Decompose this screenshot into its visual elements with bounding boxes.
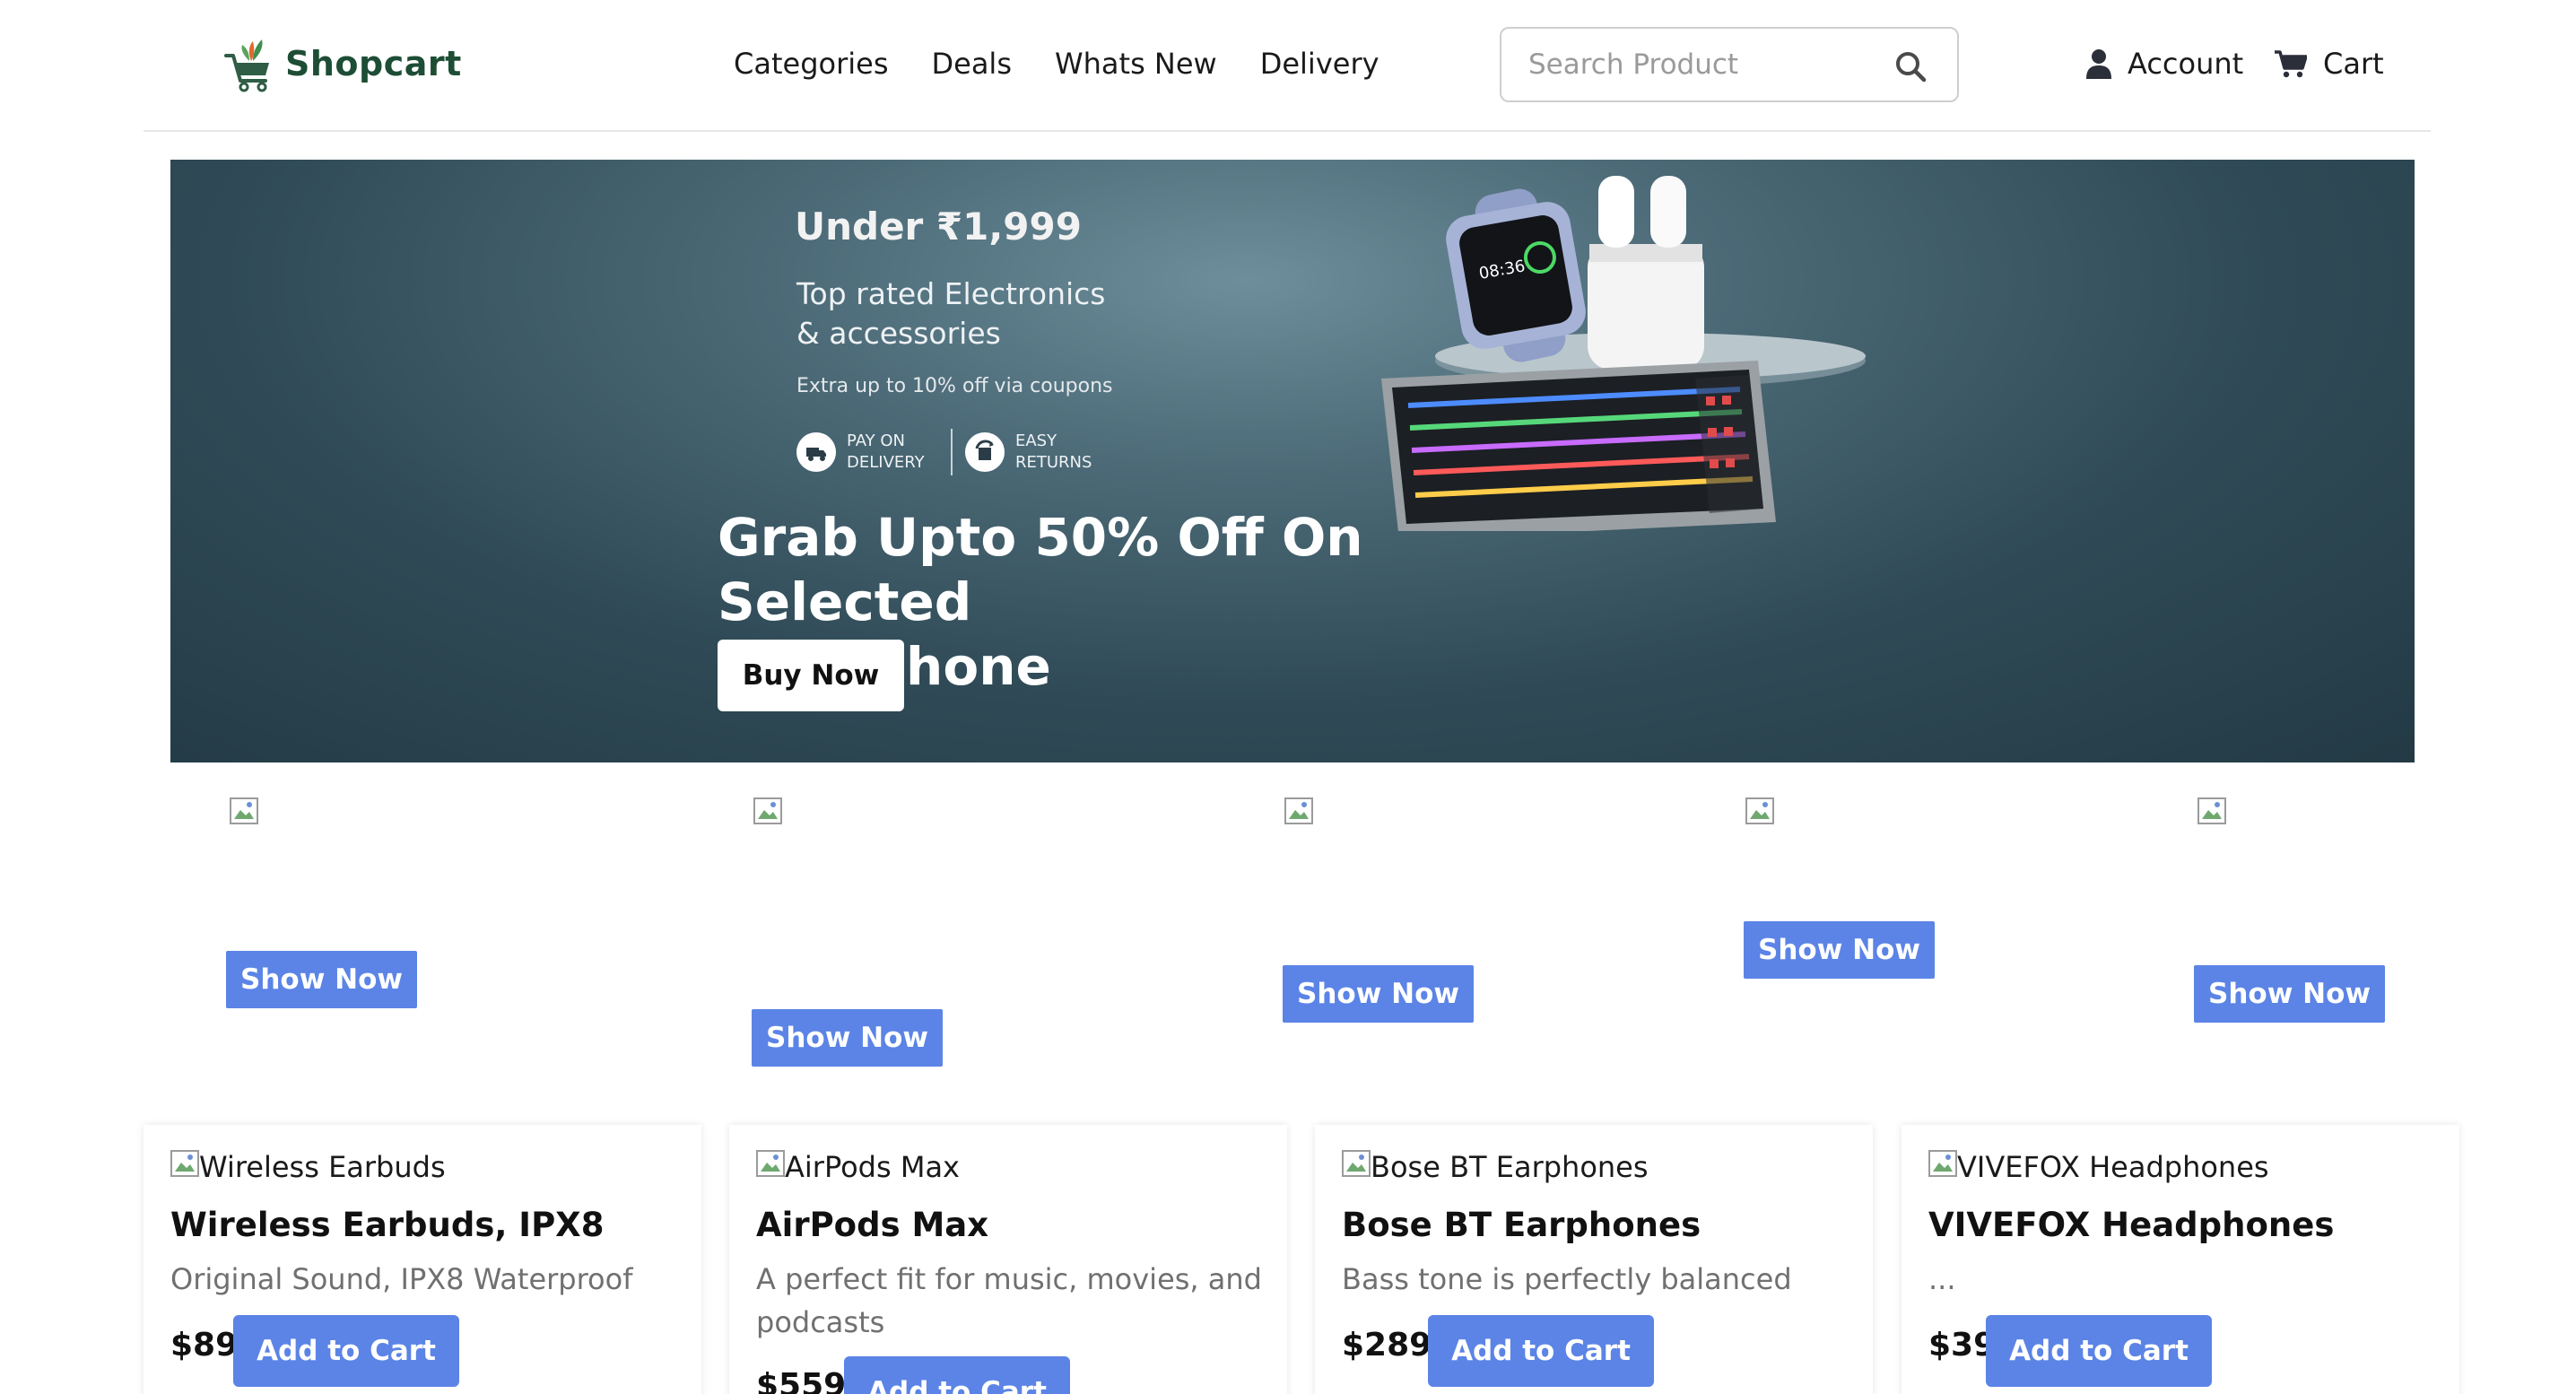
cart-label: Cart: [2323, 47, 2384, 81]
nav-delivery[interactable]: Delivery: [1260, 41, 1379, 86]
search-input[interactable]: [1528, 45, 1887, 84]
badge-divider: [951, 429, 953, 475]
search-box: [1500, 27, 1959, 102]
product-image: VIVEFOX Headphones: [1928, 1150, 2269, 1184]
product-description: A perfect fit for music, movies, and pod…: [756, 1262, 1262, 1339]
user-icon: [2086, 49, 2111, 79]
nav-categories[interactable]: Categories: [734, 41, 888, 86]
hero-subheading: Top rated Electronics & accessories: [796, 274, 1173, 353]
account-label: Account: [2128, 47, 2244, 81]
main-nav: Categories Deals Whats New Delivery: [734, 41, 1423, 86]
cart-link[interactable]: Cart: [2275, 41, 2384, 86]
hero-coupon-text: Extra up to 10% off via coupons: [796, 375, 1113, 397]
add-to-cart-button[interactable]: Add to Cart: [844, 1356, 1070, 1394]
hero-banner: Under ₹1,999 Top rated Electronics & acc…: [170, 160, 2415, 762]
search-icon[interactable]: [1894, 50, 1927, 83]
product-image-alt: VIVEFOX Headphones: [1957, 1150, 2269, 1184]
hero-badges: PAY ON DELIVERY EASY RETURNS: [796, 429, 1114, 475]
nav-whats-new[interactable]: Whats New: [1055, 41, 1217, 86]
hero-subheading-line2: & accessories: [796, 316, 1001, 351]
product-title: Wireless Earbuds, IPX8: [170, 1206, 605, 1244]
account-link[interactable]: Account: [2086, 41, 2243, 86]
broken-image-icon: [170, 1150, 199, 1177]
show-now-button-1[interactable]: Show Now: [226, 951, 418, 1008]
product-description: Original Sound, IPX8 Waterproof: [170, 1262, 633, 1296]
site-header: Shopcart Categories Deals Whats New Deli…: [0, 0, 2576, 131]
show-now-button-4[interactable]: Show Now: [1744, 921, 1936, 979]
broken-image-icon: [2197, 797, 2226, 824]
product-image: AirPods Max: [756, 1150, 960, 1184]
broken-image-icon: [1928, 1150, 1957, 1177]
logo-text: Shopcart: [285, 44, 462, 83]
broken-image-icon: [1342, 1150, 1371, 1177]
product-image-alt: AirPods Max: [785, 1150, 960, 1184]
product-title: Bose BT Earphones: [1342, 1206, 1701, 1244]
product-image: Wireless Earbuds: [170, 1150, 446, 1184]
cart-icon: [2275, 50, 2307, 78]
hero-product-image: 08:36: [1381, 176, 1866, 531]
product-card[interactable]: VIVEFOX Headphones VIVEFOX Headphones ..…: [1902, 1125, 2459, 1394]
product-card[interactable]: AirPods Max AirPods Max A perfect fit fo…: [729, 1125, 1287, 1394]
buy-now-button[interactable]: Buy Now: [718, 640, 904, 711]
product-title: AirPods Max: [756, 1206, 989, 1244]
badge1-line1: PAY ON: [847, 431, 905, 450]
product-card[interactable]: Wireless Earbuds Wireless Earbuds, IPX8 …: [144, 1125, 701, 1394]
easy-returns-badge: EASY RETURNS: [965, 431, 1114, 474]
product-price: $559: [756, 1367, 847, 1394]
broken-image-icon: [753, 797, 782, 824]
hero-title-line1: Grab Upto 50% Off On Selected: [718, 507, 1363, 632]
product-image-alt: Bose BT Earphones: [1371, 1150, 1649, 1184]
pay-on-delivery-badge: PAY ON DELIVERY: [796, 431, 945, 474]
hero-price-tag: Under ₹1,999: [795, 205, 1082, 248]
cart-logo-icon: [224, 39, 269, 92]
show-now-button-2[interactable]: Show Now: [752, 1009, 944, 1067]
delivery-icon: [796, 432, 836, 472]
product-price: $289: [1342, 1327, 1432, 1364]
product-description: Bass tone is perfectly balanced: [1342, 1262, 1792, 1296]
add-to-cart-button[interactable]: Add to Cart: [1428, 1315, 1654, 1387]
broken-image-icon: [1284, 797, 1313, 824]
product-title: VIVEFOX Headphones: [1928, 1206, 2335, 1244]
product-image: Bose BT Earphones: [1342, 1150, 1649, 1184]
hero-subheading-line1: Top rated Electronics: [796, 276, 1106, 311]
product-card[interactable]: Bose BT Earphones Bose BT Earphones Bass…: [1315, 1125, 1873, 1394]
badge2-line1: EASY: [1015, 431, 1057, 450]
badge1-line2: DELIVERY: [847, 453, 925, 472]
logo[interactable]: Shopcart: [221, 34, 462, 93]
add-to-cart-button[interactable]: Add to Cart: [1986, 1315, 2212, 1387]
header-divider: [144, 130, 2431, 132]
show-now-button-5[interactable]: Show Now: [2194, 965, 2386, 1023]
show-now-button-3[interactable]: Show Now: [1283, 965, 1475, 1023]
nav-deals[interactable]: Deals: [931, 41, 1012, 86]
broken-image-icon: [1745, 797, 1774, 824]
add-to-cart-button[interactable]: Add to Cart: [233, 1315, 459, 1387]
product-price: $89: [170, 1327, 239, 1364]
product-description: ...: [1928, 1262, 1956, 1296]
broken-image-icon: [756, 1150, 785, 1177]
returns-icon: [965, 432, 1005, 472]
badge2-line2: RETURNS: [1015, 453, 1092, 472]
broken-image-icon: [230, 797, 258, 824]
product-image-alt: Wireless Earbuds: [199, 1150, 446, 1184]
